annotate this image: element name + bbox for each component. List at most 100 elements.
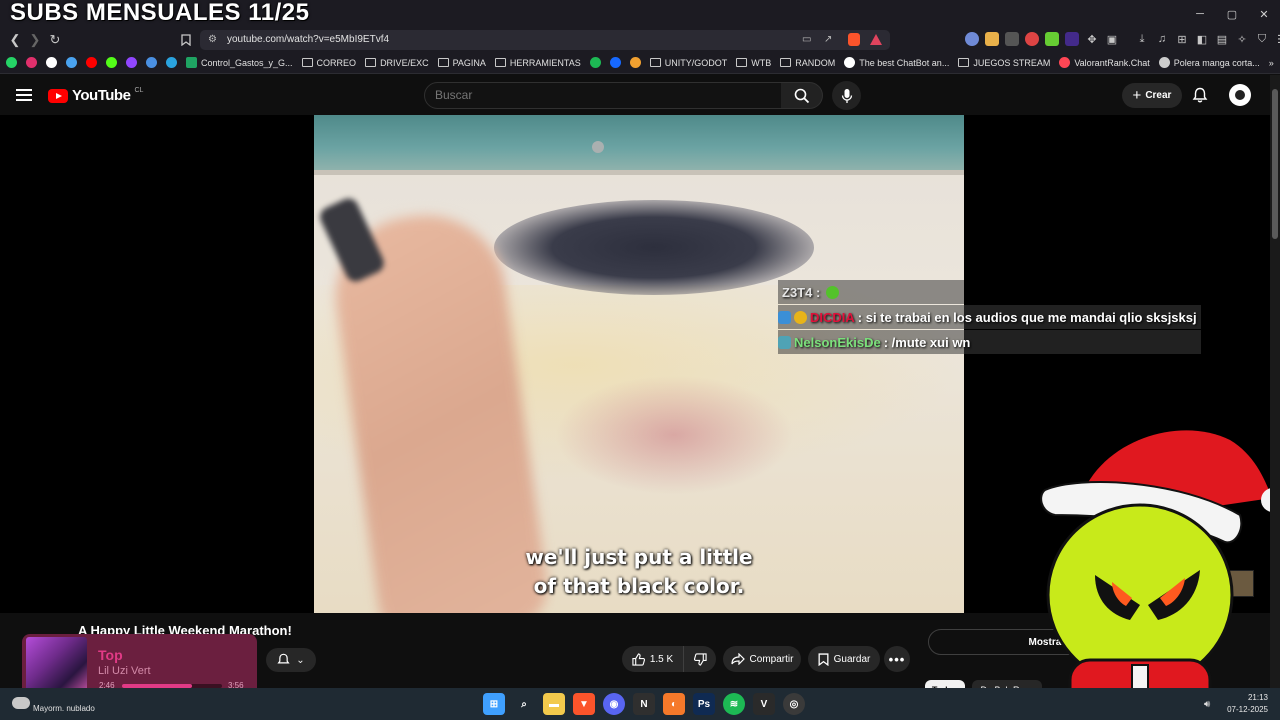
library-icon[interactable]: ⊞ xyxy=(1175,32,1189,46)
back-icon[interactable]: ❮ xyxy=(6,31,24,49)
search-box[interactable] xyxy=(424,82,782,109)
puzzle-icon[interactable]: ✥ xyxy=(1085,32,1099,46)
like-button[interactable]: 1.5 K xyxy=(622,646,684,672)
leo-ai-icon[interactable]: ✧ xyxy=(1235,32,1249,46)
close-button[interactable]: ✕ xyxy=(1248,0,1280,28)
account-avatar[interactable] xyxy=(1229,84,1251,106)
pencil-icon xyxy=(146,57,157,68)
maximize-button[interactable]: ▢ xyxy=(1216,0,1248,28)
screenshot-icon[interactable]: ▣ xyxy=(1105,32,1119,46)
bookmark-item[interactable]: PAGINA xyxy=(437,58,486,68)
bookmark-label: JUEGOS STREAM xyxy=(973,57,1051,68)
clock-date[interactable]: 07-12-2025 xyxy=(1225,705,1268,714)
bookmark-item[interactable]: DRIVE/EXC xyxy=(365,58,429,68)
share-button[interactable]: Compartir xyxy=(723,646,801,672)
forward-icon[interactable]: ❯ xyxy=(26,31,44,49)
clock-time[interactable]: 21:13 xyxy=(1240,693,1268,702)
bookmark-item[interactable] xyxy=(166,57,177,68)
hamburger-menu-icon[interactable] xyxy=(14,85,34,105)
bookmark-item[interactable]: CORREO xyxy=(301,58,356,68)
explorer-icon[interactable]: ▬ xyxy=(543,693,565,715)
music-icon[interactable]: ♫ xyxy=(1155,32,1169,46)
scrollbar-thumb[interactable] xyxy=(1272,89,1278,239)
extension-icon[interactable] xyxy=(1045,32,1059,46)
download-icon[interactable]: ⤓ xyxy=(1135,32,1149,46)
bookmark-item[interactable] xyxy=(6,57,17,68)
extension-icon[interactable] xyxy=(965,32,979,46)
vpn-icon[interactable]: ⛉ xyxy=(1255,32,1269,46)
notifications-button[interactable] xyxy=(1190,85,1210,105)
bookmark-item[interactable]: JUEGOS STREAM xyxy=(958,58,1050,68)
bookmark-item[interactable] xyxy=(609,57,621,68)
bookmark-icon[interactable] xyxy=(177,31,195,49)
bookmark-item[interactable]: WTB xyxy=(736,58,771,68)
search-button[interactable] xyxy=(781,82,823,109)
minimize-button[interactable]: ─ xyxy=(1184,0,1216,28)
youtube-logo[interactable]: YouTube CL xyxy=(48,87,143,104)
bookmark-item[interactable]: Polera manga corta... xyxy=(1158,57,1260,68)
bookmark-item[interactable]: RANDOM xyxy=(780,58,835,68)
weather-text[interactable]: Mayorm. nublado xyxy=(33,704,95,713)
windows-icon[interactable]: ⊞ xyxy=(483,693,505,715)
share-page-icon[interactable]: ↗ xyxy=(824,34,832,45)
volume-icon[interactable]: 🔊︎ xyxy=(1204,699,1210,710)
bookmark-item[interactable] xyxy=(126,57,137,68)
menu-icon[interactable]: ☰ xyxy=(1275,32,1280,46)
extension-icon[interactable] xyxy=(985,32,999,46)
sidebar-icon[interactable]: ◧ xyxy=(1195,32,1209,46)
more-actions-button[interactable]: ••• xyxy=(884,646,910,672)
address-bar[interactable]: ⚙ youtube.com/watch?v=e5MbI9ETvf4 ▭ ↗ xyxy=(200,30,890,50)
extension-icon[interactable] xyxy=(1025,32,1039,46)
extension-icon[interactable] xyxy=(1005,32,1019,46)
bell-icon xyxy=(277,653,290,664)
bookmark-item[interactable] xyxy=(26,57,37,68)
obs-icon[interactable]: ◎ xyxy=(783,693,805,715)
create-button[interactable]: + Crear xyxy=(1122,83,1182,108)
valorant-icon[interactable]: V xyxy=(753,693,775,715)
bookmark-item[interactable] xyxy=(629,57,641,68)
wallet-icon[interactable]: ▤ xyxy=(1215,32,1229,46)
notion-icon[interactable]: N xyxy=(633,693,655,715)
bookmark-item[interactable]: UNITY/GODOT xyxy=(649,58,727,68)
brave-shields-icon[interactable] xyxy=(848,33,860,46)
search-input[interactable] xyxy=(435,88,765,102)
onedrive-icon xyxy=(66,57,77,68)
cloud-weather-icon[interactable] xyxy=(12,697,30,709)
url-text[interactable]: youtube.com/watch?v=e5MbI9ETvf4 xyxy=(227,34,389,45)
reload-icon[interactable]: ↻ xyxy=(46,31,64,49)
page-scrollbar[interactable] xyxy=(1270,75,1280,688)
bookmark-item[interactable]: ValorantRank.Chat xyxy=(1059,57,1150,68)
discord-icon[interactable]: ◉ xyxy=(603,693,625,715)
thumbs-up-icon xyxy=(632,652,645,666)
like-dislike-group: 1.5 K xyxy=(622,646,716,672)
brave-icon[interactable]: ▼ xyxy=(573,693,595,715)
more-bookmarks-icon[interactable]: » xyxy=(1269,58,1274,68)
site-info-icon[interactable]: ⚙ xyxy=(208,34,217,45)
dislike-button[interactable] xyxy=(684,646,716,672)
folder-icon xyxy=(365,58,377,67)
photoshop-icon[interactable]: Ps xyxy=(693,693,715,715)
extension-icon[interactable] xyxy=(1065,32,1079,46)
spotify-icon[interactable]: ≋ xyxy=(723,693,745,715)
bookmark-item[interactable]: Control_Gastos_y_G... xyxy=(186,57,293,68)
bookmark-item[interactable] xyxy=(86,57,97,68)
folder-icon xyxy=(494,58,506,67)
bookmarks-bar: Control_Gastos_y_G... CORREO DRIVE/EXC PAGI… xyxy=(0,52,1280,74)
bookmark-item[interactable] xyxy=(589,57,601,68)
bookmark-item[interactable]: The best ChatBot an... xyxy=(844,57,949,68)
bookmark-item[interactable] xyxy=(46,57,57,68)
subscription-notifications-button[interactable]: ⌄ xyxy=(266,648,316,672)
brave-rewards-icon[interactable] xyxy=(870,34,882,45)
like-count: 1.5 K xyxy=(649,653,674,665)
cast-icon[interactable]: ▭ xyxy=(802,34,811,45)
video-frame[interactable]: we'll just put a little of that black co… xyxy=(314,115,964,613)
bookmark-item[interactable] xyxy=(146,57,157,68)
bookmark-item[interactable]: HERRAMIENTAS xyxy=(494,58,581,68)
voice-search-button[interactable] xyxy=(832,81,861,110)
bookmark-item[interactable] xyxy=(106,57,117,68)
blender-icon[interactable]: ◐ xyxy=(663,693,685,715)
instagram-icon xyxy=(26,57,37,68)
save-button[interactable]: Guardar xyxy=(808,646,880,672)
search-icon[interactable]: ⌕ xyxy=(513,693,535,715)
bookmark-item[interactable] xyxy=(66,57,77,68)
